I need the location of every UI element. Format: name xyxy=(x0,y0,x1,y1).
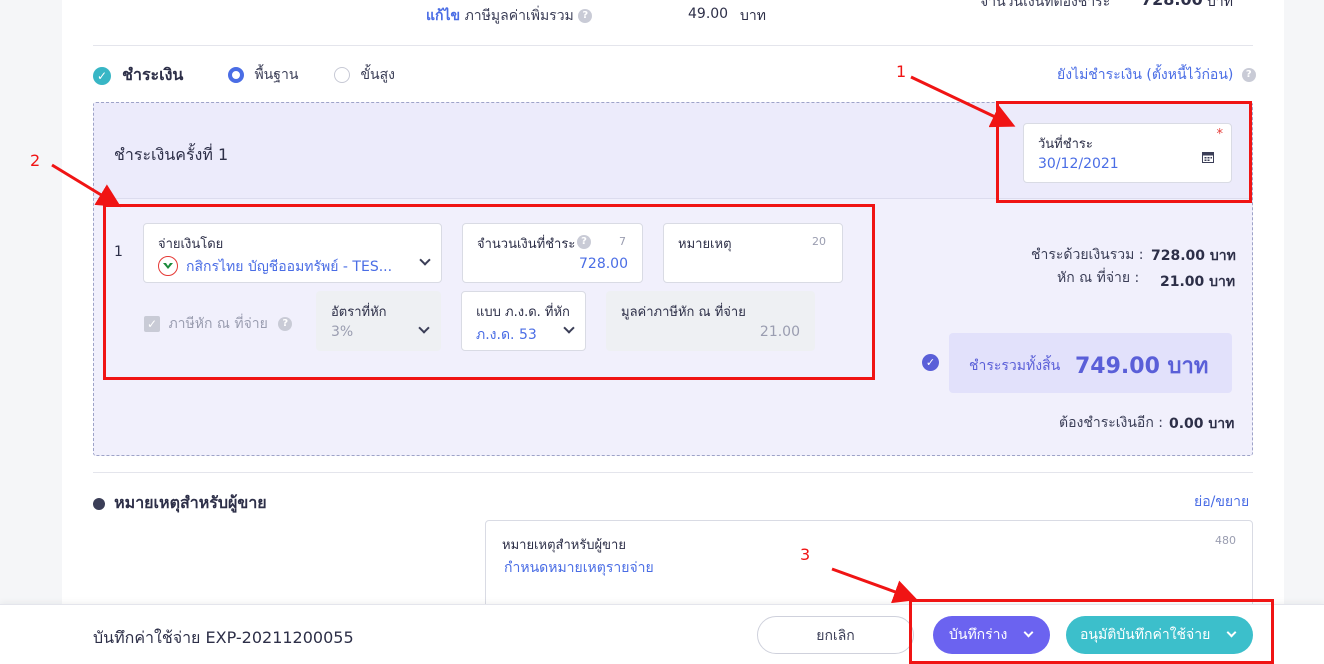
annotation-arrows xyxy=(51,75,1016,604)
arrow-1 xyxy=(910,75,1016,128)
arrow-3 xyxy=(831,567,918,604)
arrow-2 xyxy=(51,163,122,208)
